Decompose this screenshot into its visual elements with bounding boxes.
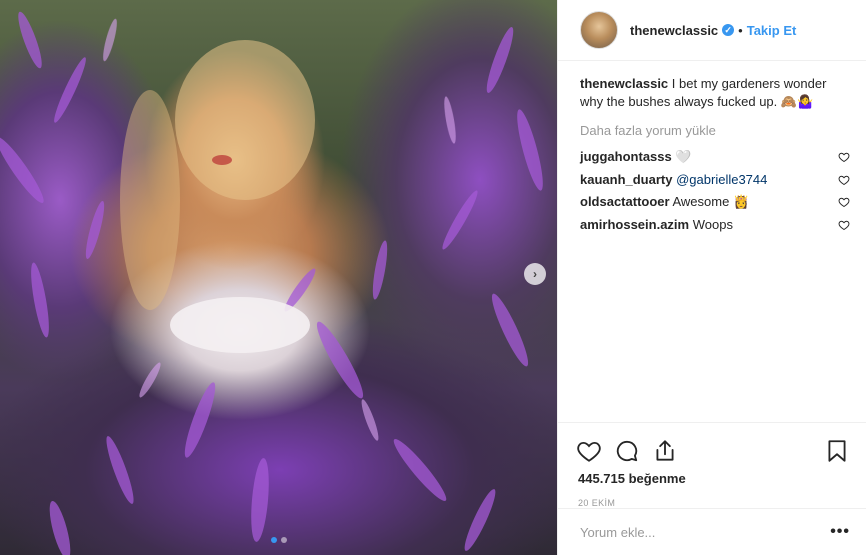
load-more-comments-button[interactable]: Daha fazla yorum yükle <box>580 123 850 138</box>
post-side-panel: thenewclassic ✓ • Takip Et thenewclassic… <box>557 0 866 555</box>
header-username[interactable]: thenewclassic <box>630 23 718 38</box>
comment-text: 🤍 <box>675 149 692 165</box>
comment-input[interactable] <box>580 524 831 540</box>
list-item: kauanh_duarty @gabrielle3744 <box>580 169 850 192</box>
action-bar <box>576 431 850 471</box>
post-date: 20 EKİM <box>578 498 616 508</box>
caption-username[interactable]: thenewclassic <box>580 76 668 91</box>
comment-text: Woops <box>692 216 733 232</box>
comment-username[interactable]: kauanh_duarty <box>580 172 672 187</box>
more-options-button[interactable]: ••• <box>830 523 850 541</box>
post-header: thenewclassic ✓ • Takip Et <box>558 0 866 61</box>
heart-icon[interactable] <box>576 438 602 464</box>
comment-text: Awesome 👸 <box>672 194 750 210</box>
carousel-dot-active <box>270 537 277 543</box>
carousel-dot <box>280 537 287 543</box>
list-item: amirhossein.azim Woops <box>580 214 850 237</box>
likes-count[interactable]: 445.715 beğenme <box>578 471 850 486</box>
avatar[interactable] <box>580 11 618 49</box>
like-comment-heart-icon[interactable] <box>838 196 850 208</box>
add-comment-bar: ••• <box>558 508 866 555</box>
follow-button[interactable]: Takip Et <box>747 23 797 38</box>
like-comment-heart-icon[interactable] <box>838 174 850 186</box>
post-caption: thenewclassic I bet my gardeners wonder … <box>580 75 850 111</box>
like-comment-heart-icon[interactable] <box>838 219 850 231</box>
verified-icon: ✓ <box>722 24 735 36</box>
post-photo[interactable]: › <box>0 0 557 555</box>
share-icon[interactable] <box>652 438 678 464</box>
list-item: oldsactattooer Awesome 👸 <box>580 191 850 214</box>
comment-username[interactable]: juggahontasss <box>580 149 672 164</box>
comment-list[interactable]: thenewclassic I bet my gardeners wonder … <box>558 61 866 422</box>
comment-username[interactable]: amirhossein.azim <box>580 217 689 232</box>
list-item: juggahontasss 🤍 <box>580 146 850 169</box>
bookmark-icon[interactable] <box>824 438 850 464</box>
photo-flowers <box>0 11 543 555</box>
carousel-indicator <box>0 537 557 543</box>
comment-mention-link[interactable]: @gabrielle3744 <box>676 172 767 187</box>
like-comment-heart-icon[interactable] <box>838 151 850 163</box>
comment-icon[interactable] <box>614 438 640 464</box>
header-separator: • <box>738 22 743 38</box>
post-container: › thenewclassic ✓ • Takip Et thenewclass… <box>0 0 866 555</box>
chevron-right-icon: › <box>533 267 537 281</box>
comment-username[interactable]: oldsactattooer <box>580 194 670 209</box>
next-photo-button[interactable]: › <box>524 263 546 285</box>
post-actions: 445.715 beğenme 20 EKİM <box>558 422 866 508</box>
